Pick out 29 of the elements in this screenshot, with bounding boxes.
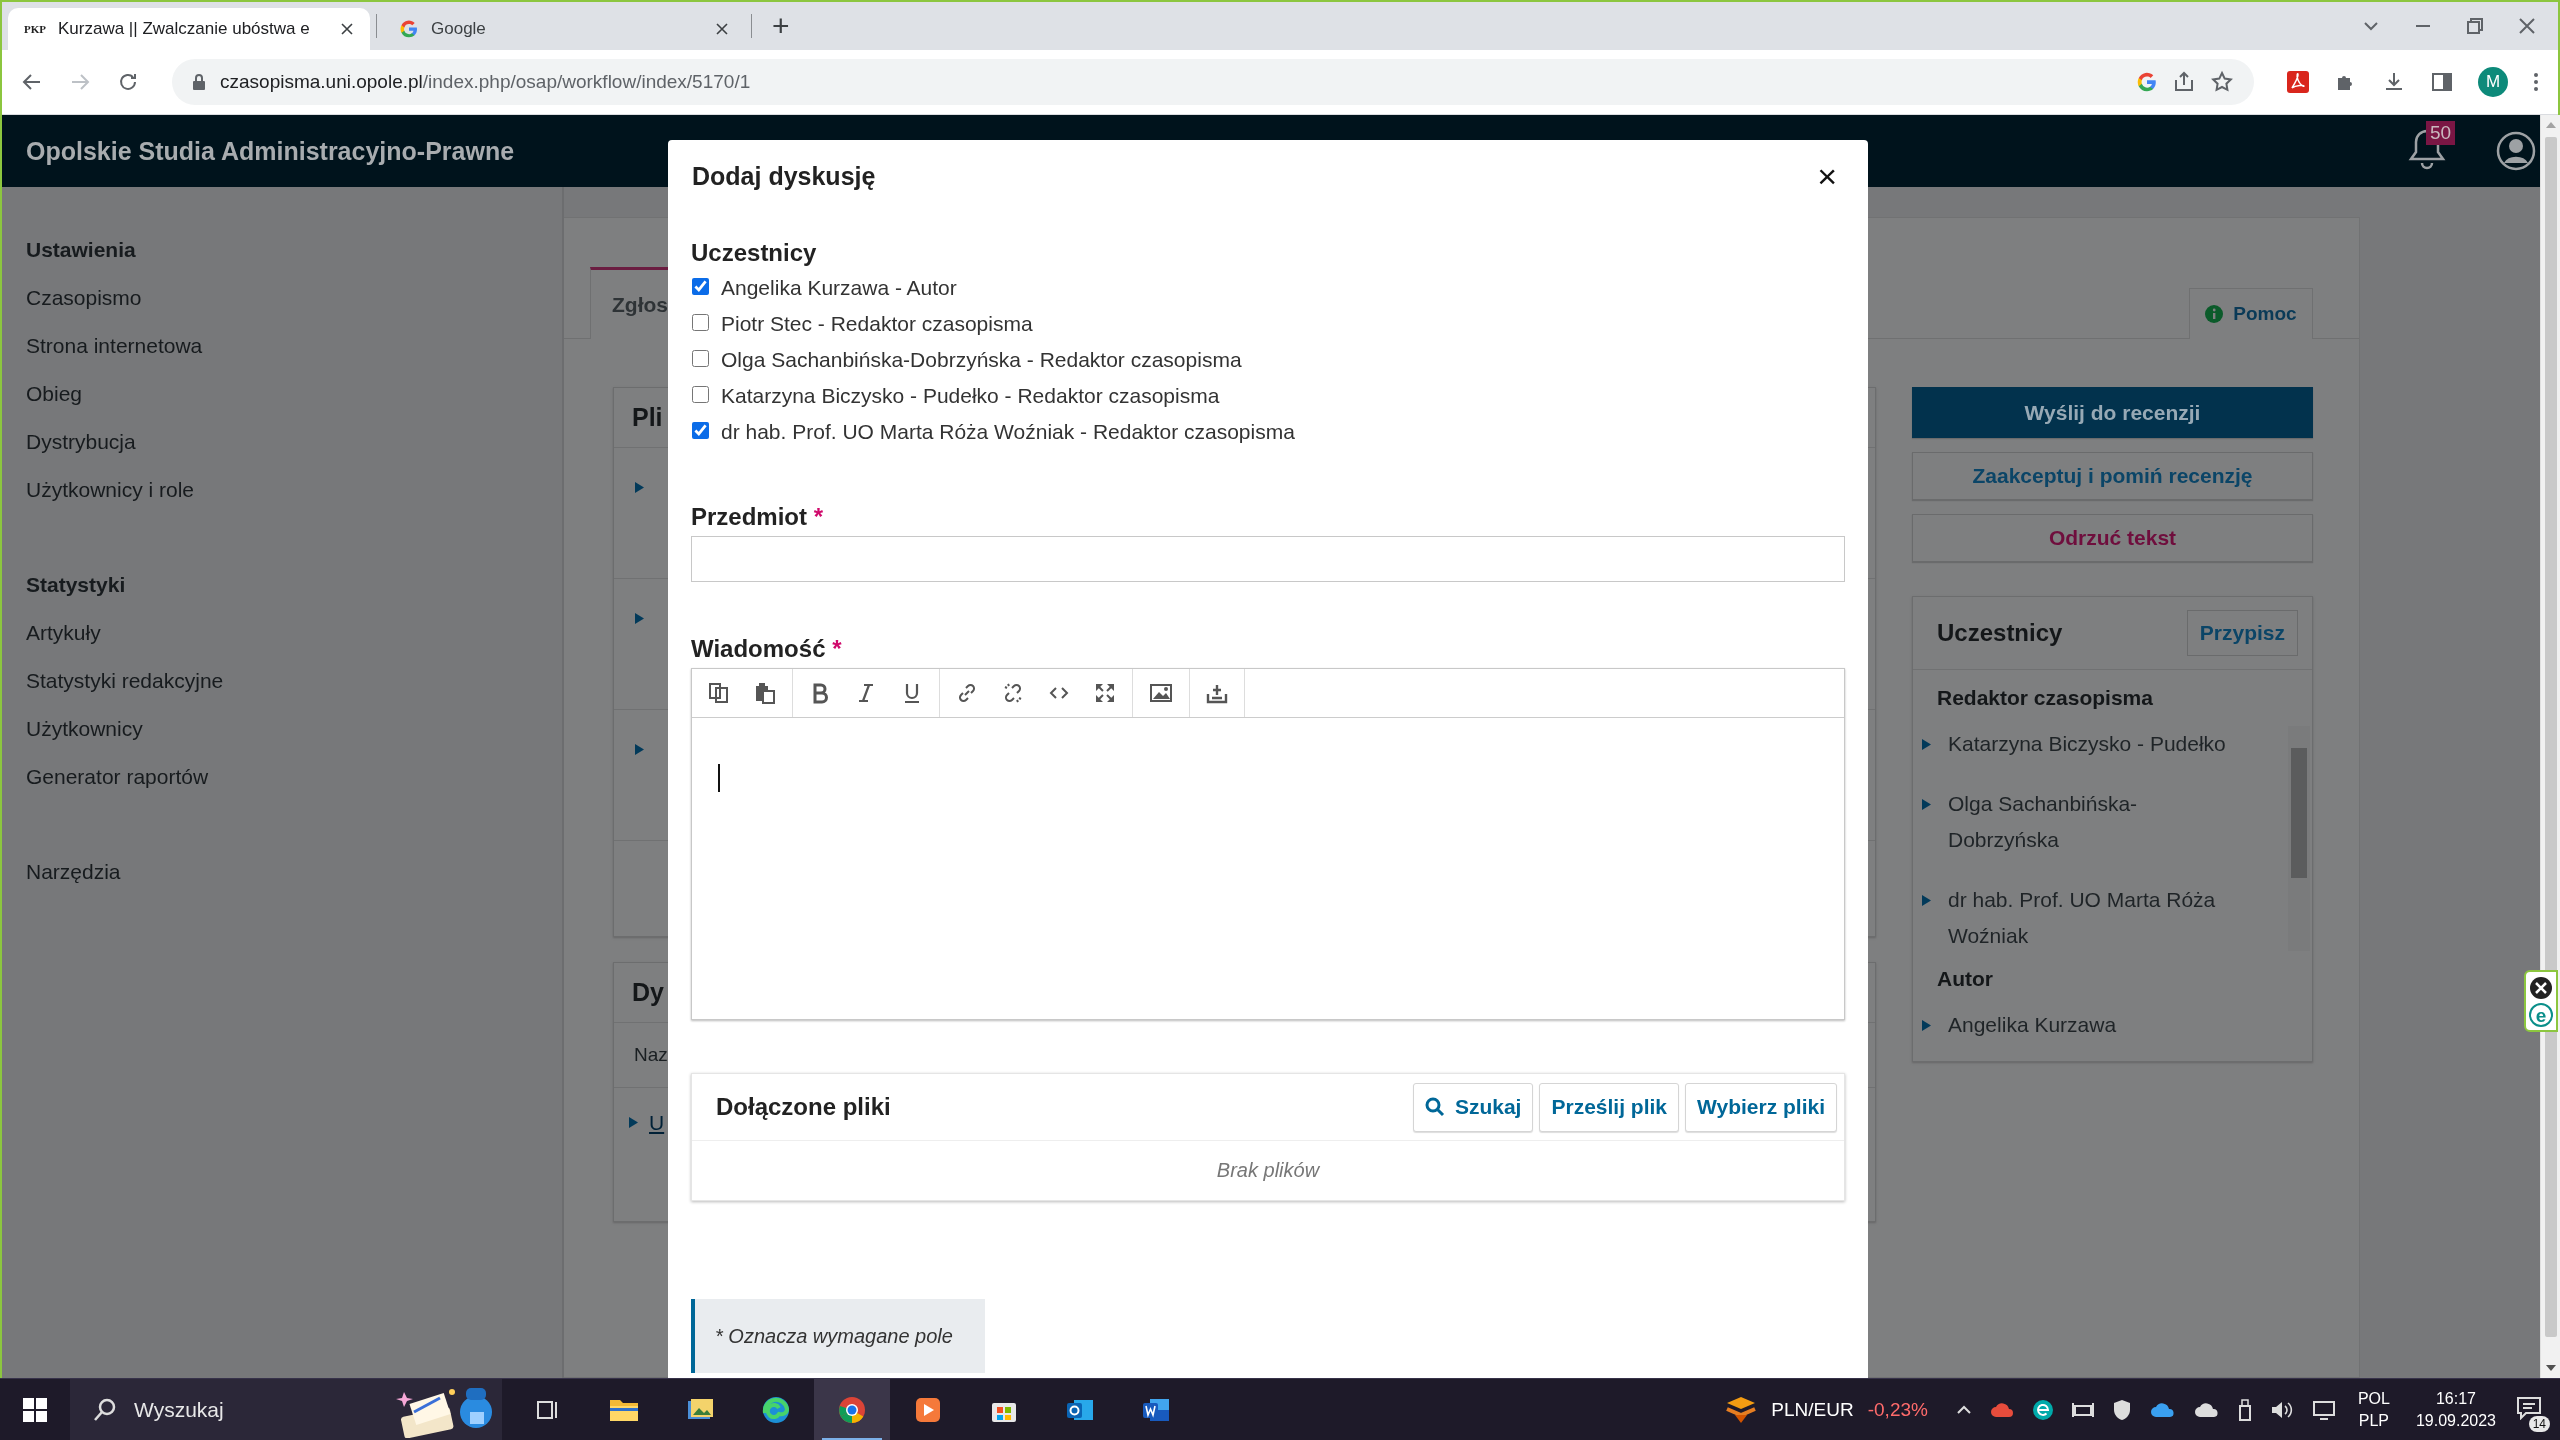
- empty-message: Brak plików: [1216, 1159, 1320, 1182]
- checkbox-label: Olga Sachanbińska-Dobrzyńska - Redaktor czasopisma: [721, 348, 1242, 372]
- dialog-title: Dodaj dyskusję: [692, 161, 876, 191]
- checkbox-label: Katarzyna Biczysko - Pudełko - Redaktor czasopisma: [721, 384, 1220, 408]
- panel-title: Uczestnicy: [1937, 619, 2063, 647]
- card-title: Pli: [632, 403, 663, 432]
- favicon: PKP: [24, 23, 46, 35]
- field-label: Przedmiot *: [691, 502, 825, 532]
- panel-title: Dołączone pliki: [716, 1093, 892, 1121]
- role-heading: Autor: [1937, 967, 1993, 991]
- required-note: * Oznacza wymagane pole: [691, 1299, 985, 1373]
- section-heading: Uczestnicy: [691, 238, 818, 268]
- url-text: czasopisma.uni.opole.pl/index.php/osap/workflow/index/5170/1: [220, 71, 752, 93]
- role-heading: Redaktor czasopisma: [1937, 686, 2153, 710]
- column-header: Naz: [634, 1044, 668, 1066]
- tab-title: Kurzawa || Zwalczanie ubóstwa e: [58, 19, 311, 39]
- sidebar-heading: Ustawienia: [26, 237, 137, 263]
- logo-icon: e: [2529, 1003, 2553, 1027]
- currency-pair: PLN/EUR: [1771, 1398, 1854, 1421]
- checkbox-label: Piotr Stec - Redaktor czasopisma: [721, 312, 1033, 336]
- notification-count: 14: [2528, 1415, 2550, 1432]
- card-title: Dy: [632, 978, 664, 1007]
- sidebar-heading: Statystyki: [26, 572, 127, 598]
- checkbox-label: Angelika Kurzawa - Autor: [721, 276, 957, 300]
- change-value: -0,23%: [1867, 1398, 1928, 1421]
- notification-badge: 50: [2426, 121, 2456, 145]
- field-label: Wiadomość *: [691, 634, 843, 664]
- tab-title: Google: [431, 19, 487, 39]
- checkbox-label: dr hab. Prof. UO Marta Róża Woźniak - Redaktor czasopisma: [721, 420, 1295, 444]
